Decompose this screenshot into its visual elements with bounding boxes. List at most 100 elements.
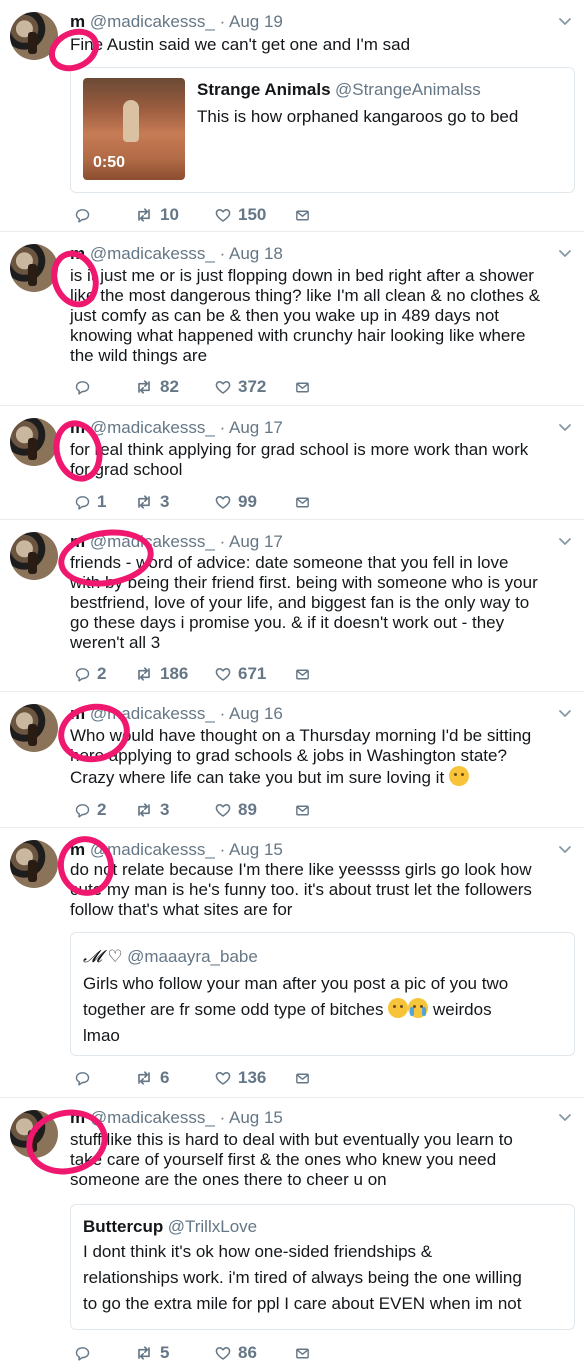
- reply-count: 1: [97, 492, 107, 511]
- tweet[interactable]: m @madicakesss_ · Aug 19 Fine Austin sai…: [0, 0, 584, 232]
- timestamp[interactable]: · Aug 17: [220, 418, 283, 437]
- tweet-text: Who would have thought on a Thursday mor…: [70, 726, 532, 787]
- mail-icon: [294, 666, 311, 683]
- quoted-handle[interactable]: @TrillxLove: [168, 1217, 257, 1236]
- mail-icon: [294, 207, 311, 224]
- like-button[interactable]: 150: [214, 205, 294, 225]
- tweet-actions: 2 3 89: [74, 799, 311, 821]
- reply-button[interactable]: [74, 207, 134, 224]
- tweet-actions: 2 186 671: [74, 663, 311, 685]
- crying-laughing-emoji: [408, 998, 429, 1018]
- quoted-handle[interactable]: @maaayra_babe: [127, 947, 258, 966]
- reply-icon: [74, 494, 91, 511]
- tweet-actions: 10 150: [74, 204, 311, 226]
- timestamp[interactable]: · Aug 19: [220, 12, 283, 31]
- handle[interactable]: @madicakesss_: [90, 1108, 215, 1127]
- like-count: 671: [238, 664, 267, 683]
- chevron-down-icon[interactable]: [558, 14, 572, 28]
- like-button[interactable]: 372: [214, 377, 294, 397]
- quoted-tweet[interactable]: 0:50 Strange Animals @StrangeAnimalss Th…: [70, 67, 575, 193]
- handle[interactable]: @madicakesss_: [90, 12, 215, 31]
- like-button[interactable]: 89: [214, 800, 294, 820]
- chevron-down-icon[interactable]: [558, 246, 572, 260]
- retweet-icon: [134, 377, 154, 397]
- tweet[interactable]: m @madicakesss_ · Aug 15 do not relate b…: [0, 828, 584, 1098]
- message-button[interactable]: [294, 207, 311, 224]
- heart-icon: [214, 1069, 232, 1087]
- reply-icon: [74, 666, 91, 683]
- reply-count: 2: [97, 664, 107, 683]
- retweet-icon: [134, 664, 154, 684]
- chevron-down-icon[interactable]: [558, 706, 572, 720]
- retweet-button[interactable]: 3: [134, 800, 214, 820]
- tweet-text: Fine Austin said we can't get one and I'…: [70, 35, 411, 54]
- chevron-down-icon[interactable]: [558, 1110, 572, 1124]
- chevron-down-icon[interactable]: [558, 842, 572, 856]
- video-thumbnail[interactable]: 0:50: [83, 78, 185, 180]
- retweet-icon: [134, 800, 154, 820]
- retweet-icon: [134, 205, 154, 225]
- chevron-down-icon[interactable]: [558, 420, 572, 434]
- retweet-count: 82: [160, 377, 179, 396]
- retweet-button[interactable]: 186: [134, 664, 214, 684]
- handle[interactable]: @madicakesss_: [90, 244, 215, 263]
- retweet-icon: [134, 1068, 154, 1088]
- retweet-icon: [134, 492, 154, 512]
- avatar[interactable]: [10, 418, 58, 466]
- avatar[interactable]: [10, 840, 58, 888]
- reply-button[interactable]: 2: [74, 800, 134, 820]
- avatar[interactable]: [10, 704, 58, 752]
- quoted-tweet[interactable]: Buttercup @TrillxLove I dont think it's …: [70, 1204, 575, 1330]
- mail-icon: [294, 379, 311, 396]
- chevron-down-icon[interactable]: [558, 534, 572, 548]
- reply-button[interactable]: [74, 1345, 134, 1362]
- quoted-name[interactable]: 𝓜 ♡: [83, 947, 123, 967]
- retweet-count: 6: [160, 1068, 170, 1087]
- reply-button[interactable]: [74, 379, 134, 396]
- reply-icon: [74, 1345, 91, 1362]
- reply-button[interactable]: [74, 1070, 134, 1087]
- retweet-button[interactable]: 6: [134, 1068, 214, 1088]
- quoted-handle[interactable]: @StrangeAnimalss: [335, 80, 481, 99]
- video-duration: 0:50: [93, 154, 126, 171]
- retweet-button[interactable]: 10: [134, 205, 214, 225]
- retweet-button[interactable]: 5: [134, 1343, 214, 1363]
- tweet[interactable]: m @madicakesss_ · Aug 17 friends - word …: [0, 520, 584, 692]
- kangaroo-image: [123, 100, 139, 142]
- message-button[interactable]: [294, 802, 311, 819]
- timestamp[interactable]: · Aug 15: [220, 1108, 283, 1127]
- message-button[interactable]: [294, 666, 311, 683]
- reply-button[interactable]: 2: [74, 664, 134, 684]
- retweet-button[interactable]: 3: [134, 492, 214, 512]
- timestamp[interactable]: · Aug 17: [220, 532, 283, 551]
- message-button[interactable]: [294, 379, 311, 396]
- tweet[interactable]: m @madicakesss_ · Aug 16 Who would have …: [0, 692, 584, 828]
- quoted-name[interactable]: Buttercup: [83, 1217, 163, 1236]
- quoted-name[interactable]: Strange Animals: [197, 80, 331, 99]
- tweet[interactable]: m @madicakesss_ · Aug 18 is it just me o…: [0, 232, 584, 406]
- tweet-text: do not relate because I'm there like yee…: [70, 860, 532, 919]
- like-count: 150: [238, 205, 267, 224]
- message-button[interactable]: [294, 494, 311, 511]
- like-button[interactable]: 136: [214, 1068, 294, 1088]
- timestamp[interactable]: · Aug 18: [220, 244, 283, 263]
- retweet-count: 10: [160, 205, 179, 224]
- mail-icon: [294, 1345, 311, 1362]
- like-button[interactable]: 671: [214, 664, 294, 684]
- like-button[interactable]: 86: [214, 1343, 294, 1363]
- handle[interactable]: @madicakesss_: [90, 418, 215, 437]
- tweet[interactable]: m @madicakesss_ · Aug 15 stuff like this…: [0, 1098, 584, 1372]
- avatar[interactable]: [10, 532, 58, 580]
- message-button[interactable]: [294, 1345, 311, 1362]
- like-count: 89: [238, 800, 257, 819]
- timestamp[interactable]: · Aug 15: [220, 840, 283, 859]
- message-button[interactable]: [294, 1070, 311, 1087]
- timestamp[interactable]: · Aug 16: [220, 704, 283, 723]
- heart-icon: [214, 1344, 232, 1362]
- reply-icon: [74, 802, 91, 819]
- retweet-button[interactable]: 82: [134, 377, 214, 397]
- reply-button[interactable]: 1: [74, 492, 134, 512]
- quoted-tweet[interactable]: 𝓜 ♡ @maaayra_babe Girls who follow your …: [70, 932, 575, 1056]
- tweet[interactable]: m @madicakesss_ · Aug 17 for real think …: [0, 406, 584, 520]
- like-button[interactable]: 99: [214, 492, 294, 512]
